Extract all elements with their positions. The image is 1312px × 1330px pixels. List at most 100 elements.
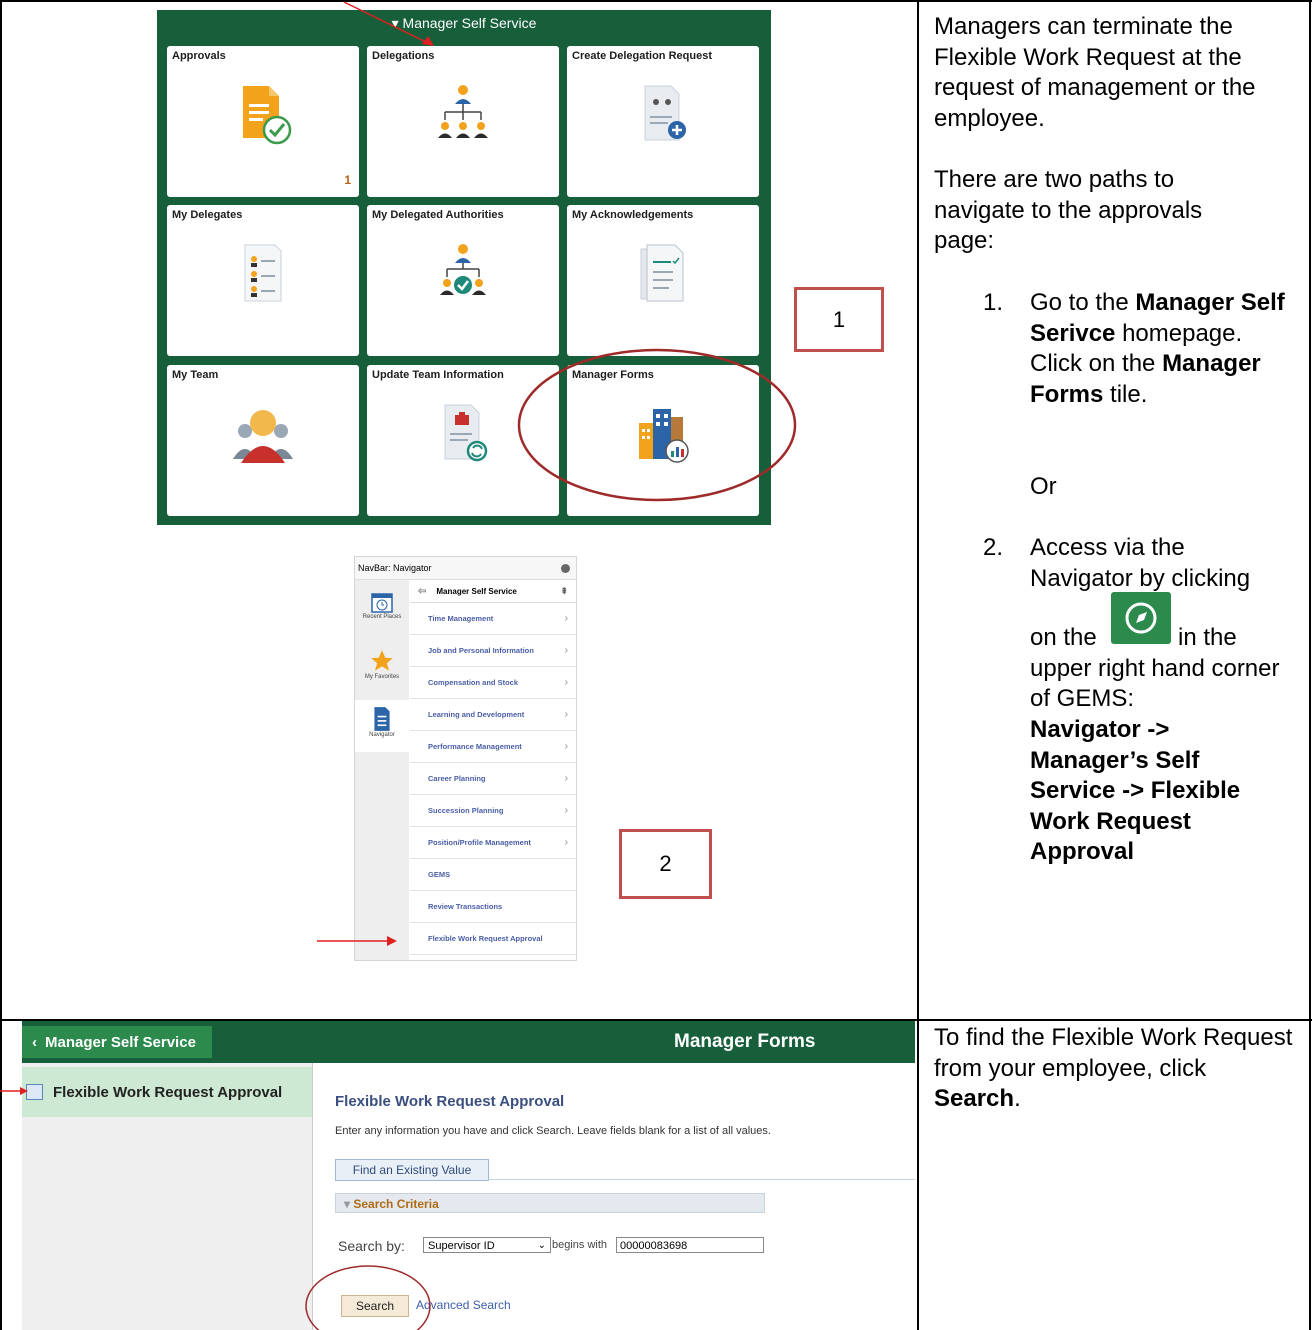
tile-title: My Acknowledgements	[572, 209, 694, 221]
tile-title: My Team	[172, 369, 219, 381]
supervisor-id-input[interactable]: 00000083698	[616, 1237, 764, 1253]
chevron-right-icon: ›	[564, 677, 568, 688]
chevron-right-icon: ›	[564, 709, 568, 720]
sidebar-item-label: My Favorites	[364, 674, 400, 680]
tab-find-existing-value[interactable]: Find an Existing Value	[335, 1159, 489, 1181]
or-text: Or	[1030, 473, 1057, 500]
instruction-paragraph-3-bold: Search	[934, 1085, 1015, 1112]
document-add-user-icon	[644, 85, 686, 141]
nav-item-label: Review Transactions	[428, 902, 503, 911]
step-1-text-a: Go to the	[1030, 289, 1136, 316]
nav-item-flexible-work-request-approval[interactable]: Flexible Work Request Approval	[410, 923, 576, 955]
navbar-navigator-panel: NavBar: Navigator Recent Places My Favor…	[354, 556, 577, 961]
triangle-down-icon: ▾	[344, 1197, 354, 1211]
acknowledgements-checklist-icon	[640, 244, 684, 302]
nav-item-review-transactions[interactable]: Review Transactions	[410, 891, 576, 923]
tile-title: Update Team Information	[372, 369, 504, 381]
sidebar-item-label: Recent Places	[362, 614, 402, 620]
tile-title: My Delegates	[172, 209, 243, 221]
nav-item-position-profile-management[interactable]: Position/Profile Management ›	[410, 827, 576, 859]
nav-item-label: GEMS	[428, 870, 451, 879]
search-by-select[interactable]: Supervisor ID ⌄	[423, 1237, 551, 1253]
sidebar-item-my-favorites[interactable]: My Favorites	[355, 646, 409, 698]
step-2-number: 2.	[983, 534, 1004, 561]
sidebar-item-label: Navigator	[369, 732, 395, 738]
tile-my-delegated-authorities[interactable]: My Delegated Authorities	[367, 205, 559, 356]
red-arrow-annotation-top	[343, 1, 434, 46]
instruction-paragraph-2: There are two paths to navigate to the a…	[934, 166, 1203, 254]
step-2-navigation-path: Navigator -> Manager’s Self Service -> F…	[1030, 716, 1241, 865]
team-person-icon	[233, 410, 293, 463]
navigator-menu: ⇦ Manager Self Service ⇞ Time Management…	[410, 580, 576, 955]
step-1-text: Go to the Manager Self Serivce homepage.…	[1030, 288, 1290, 410]
chevron-right-icon: ›	[564, 613, 568, 624]
tile-title: Create Delegation Request	[572, 50, 712, 62]
step-2-text-c: in the upper right hand corner of GEMS:	[1030, 624, 1280, 712]
chevron-right-icon: ›	[564, 645, 568, 656]
callout-step-2: 2	[619, 829, 712, 899]
pin-icon[interactable]: ⇞	[560, 586, 568, 597]
callout-step-1: 1	[794, 287, 884, 352]
org-chart-icon	[438, 85, 488, 138]
navigator-document-icon	[374, 707, 390, 731]
nav-item-performance-management[interactable]: Performance Management ›	[410, 731, 576, 763]
table-border-top	[0, 0, 1312, 2]
star-icon	[371, 650, 393, 671]
navigator-section-header[interactable]: ⇦ Manager Self Service ⇞	[410, 580, 576, 603]
chevron-right-icon: ›	[564, 837, 568, 848]
search-by-label: Search by:	[338, 1238, 405, 1254]
search-page-title: Flexible Work Request Approval	[335, 1093, 565, 1110]
nav-item-learning-development[interactable]: Learning and Development ›	[410, 699, 576, 731]
navigator-sidebar: Recent Places My Favorites Navigator	[355, 580, 409, 960]
nav-item-label: Compensation and Stock	[428, 678, 519, 687]
back-arrow-icon[interactable]: ⇦	[418, 586, 426, 597]
nav-item-compensation-stock[interactable]: Compensation and Stock ›	[410, 667, 576, 699]
navigator-header-title: NavBar: Navigator	[358, 563, 432, 573]
red-arrow-annotation-sidebar	[0, 1087, 28, 1095]
chevron-left-icon: ‹	[32, 1033, 37, 1051]
navigator-section-title: Manager Self Service	[436, 586, 517, 596]
manager-forms-highlight-ellipse	[517, 348, 797, 502]
page-title: Manager Forms	[674, 1031, 816, 1052]
tile-approvals[interactable]: Approvals 1	[167, 46, 359, 197]
tile-my-delegates[interactable]: My Delegates	[167, 205, 359, 356]
tile-my-team[interactable]: My Team	[167, 365, 359, 516]
tile-create-delegation-request[interactable]: Create Delegation Request	[567, 46, 759, 197]
search-criteria-section[interactable]: ▾ Search Criteria	[335, 1193, 765, 1213]
sidebar-item-recent-places[interactable]: Recent Places	[355, 590, 409, 642]
back-button-label: Manager Self Service	[45, 1033, 196, 1051]
navigator-header: NavBar: Navigator	[355, 557, 576, 580]
table-border-right	[1309, 0, 1311, 1330]
nav-item-gems[interactable]: GEMS	[410, 859, 576, 891]
step-2-text-a: Access via the Navigator by clicking	[1030, 534, 1251, 592]
nav-item-label: Time Management	[428, 614, 494, 623]
nav-item-succession-planning[interactable]: Succession Planning ›	[410, 795, 576, 827]
delegates-list-icon	[244, 244, 282, 302]
instruction-paragraph-3-c: .	[1014, 1085, 1021, 1112]
gear-icon[interactable]	[561, 563, 570, 573]
nav-item-label: Performance Management	[428, 742, 522, 751]
delegated-authority-check-icon	[440, 244, 486, 295]
sidebar-item-navigator[interactable]: Navigator	[355, 700, 409, 752]
sidebar-item-flexible-work-request-approval[interactable]: Flexible Work Request Approval	[22, 1067, 312, 1117]
chevron-right-icon: ›	[564, 741, 568, 752]
search-by-selected-value: Supervisor ID	[428, 1240, 495, 1252]
chevron-down-icon: ⌄	[537, 1240, 546, 1251]
sidebar-item-label: Flexible Work Request Approval	[53, 1083, 283, 1101]
tile-my-acknowledgements[interactable]: My Acknowledgements	[567, 205, 759, 356]
tab-underline	[488, 1179, 915, 1180]
nav-item-job-personal-information[interactable]: Job and Personal Information ›	[410, 635, 576, 667]
nav-item-career-planning[interactable]: Career Planning ›	[410, 763, 576, 795]
begins-with-label: begins with	[552, 1239, 608, 1251]
homepage-header[interactable]: ▾ Manager Self Service	[157, 10, 771, 40]
nav-item-label: Learning and Development	[428, 710, 525, 719]
nav-item-label: Job and Personal Information	[428, 646, 534, 655]
nav-item-label: Flexible Work Request Approval	[428, 934, 543, 943]
tile-delegations[interactable]: Delegations	[367, 46, 559, 197]
back-to-manager-self-service-button[interactable]: ‹ Manager Self Service	[22, 1026, 212, 1058]
document-briefcase-refresh-icon	[444, 404, 488, 462]
nav-item-label: Succession Planning	[428, 806, 504, 815]
instruction-paragraph-3-a: To find the Flexible Work Request from y…	[934, 1024, 1293, 1082]
nav-item-time-management[interactable]: Time Management ›	[410, 603, 576, 635]
step-1-text-e: tile.	[1103, 380, 1148, 408]
